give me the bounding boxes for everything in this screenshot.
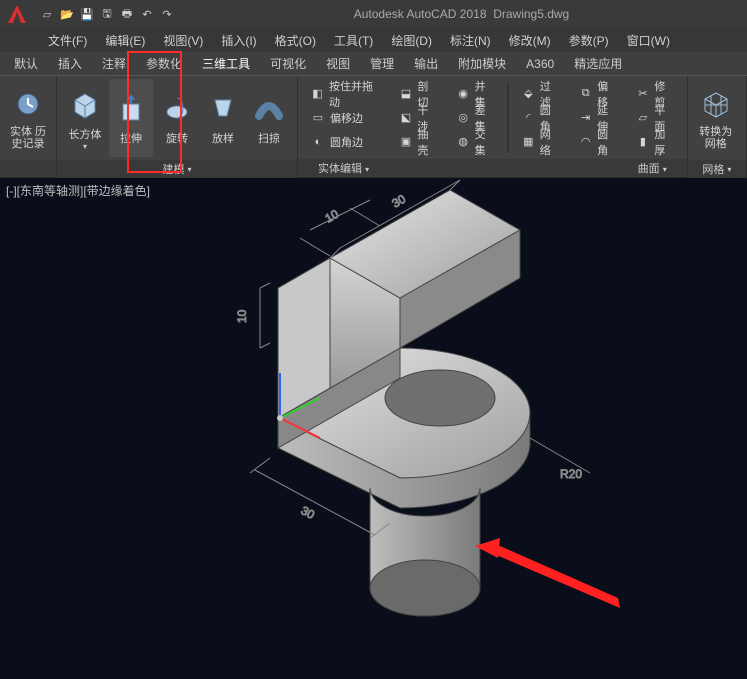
menu-dim[interactable]: 标注(N) (442, 30, 499, 51)
model-drawing: 30 10 10 30 R20 (0, 178, 747, 679)
box-icon (67, 86, 103, 122)
menu-param[interactable]: 参数(P) (561, 30, 617, 51)
chevron-down-icon: ▾ (83, 142, 87, 151)
ribbon-panel-area: 实体 历史记录 长方体 ▾ 拉伸 (0, 76, 747, 178)
menu-tools[interactable]: 工具(T) (326, 30, 381, 51)
interfere-icon: ⬕ (398, 110, 413, 126)
saveas-icon[interactable]: 🖫 (98, 5, 116, 23)
menu-insert[interactable]: 插入(I) (213, 30, 264, 51)
tab-parametric[interactable]: 参数化 (136, 51, 192, 76)
tab-annotate[interactable]: 注释 (92, 51, 136, 76)
intersect-icon: ◍ (456, 134, 471, 150)
shell-icon: ▣ (398, 134, 413, 150)
solid-history-button[interactable]: 实体 历史记录 (6, 79, 50, 157)
fillet2-button[interactable]: ◠圆角 (574, 131, 621, 153)
tab-3d-tools[interactable]: 三维工具 (192, 51, 260, 76)
svg-text:R20: R20 (560, 467, 582, 481)
subtract-icon: ◎ (456, 110, 471, 126)
extrude-label: 拉伸 (120, 130, 142, 146)
convert-mesh-button[interactable]: 转换为 网格 (694, 79, 738, 157)
sweep-label: 扫掠 (258, 130, 280, 146)
redo-icon[interactable]: ↷ (158, 5, 176, 23)
undo-icon[interactable]: ↶ (138, 5, 156, 23)
presspull-icon: ◧ (310, 86, 325, 102)
sweep-button[interactable]: 扫掠 (247, 79, 291, 157)
thicken-button[interactable]: ▮加厚 (631, 131, 678, 153)
title-bar: ▱ 📂 💾 🖫 🖶 ↶ ↷ Autodesk AutoCAD 2018 Draw… (0, 0, 747, 28)
thicken-icon: ▮ (635, 134, 650, 150)
print-icon[interactable]: 🖶 (118, 5, 136, 23)
save-icon[interactable]: 💾 (78, 5, 96, 23)
panel-history-title (0, 160, 56, 177)
shell-button[interactable]: ▣抽壳 (394, 131, 441, 153)
menu-format[interactable]: 格式(O) (267, 30, 324, 51)
revolve-button[interactable]: 旋转 (155, 79, 199, 157)
convert-mesh-label: 转换为 网格 (694, 126, 738, 150)
app-logo-icon[interactable] (0, 0, 34, 28)
svg-text:30: 30 (299, 503, 318, 522)
tab-default[interactable]: 默认 (4, 51, 48, 76)
extrude-icon (113, 90, 149, 126)
tab-addons[interactable]: 附加模块 (448, 51, 516, 76)
menu-modify[interactable]: 修改(M) (501, 30, 559, 51)
menu-window[interactable]: 窗口(W) (619, 30, 678, 51)
slice-icon: ⬓ (398, 86, 413, 102)
offset-icon: ⧉ (578, 86, 593, 102)
box-label: 长方体 (69, 126, 102, 142)
trim-icon: ✂ (635, 86, 650, 102)
sweep-icon (251, 90, 287, 126)
tab-insert[interactable]: 插入 (48, 51, 92, 76)
offset-edge-icon: ▭ (310, 110, 326, 126)
solid-history-label: 实体 历史记录 (6, 126, 50, 150)
revolve-label: 旋转 (166, 130, 188, 146)
model-viewport[interactable]: [-][东南等轴测][带边缘着色] (0, 178, 747, 679)
panel-mesh-title[interactable]: 网格▾ (688, 160, 746, 178)
arrow-annotation (475, 538, 620, 608)
menu-edit[interactable]: 编辑(E) (97, 30, 153, 51)
planar-icon: ▱ (635, 110, 650, 126)
svg-text:30: 30 (390, 192, 409, 211)
open-icon[interactable]: 📂 (58, 5, 76, 23)
tab-output[interactable]: 输出 (404, 51, 448, 76)
filter-icon: ⬙ (521, 86, 536, 102)
extrude-button[interactable]: 拉伸 (109, 79, 153, 157)
fillet-icon: ◜ (521, 110, 536, 126)
intersect-button[interactable]: ◍交集 (452, 131, 499, 153)
ribbon-tab-strip: 默认 插入 注释 参数化 三维工具 可视化 视图 管理 输出 附加模块 A360… (0, 52, 747, 76)
loft-label: 放样 (212, 130, 234, 146)
document-title: Autodesk AutoCAD 2018 Drawing5.dwg (176, 7, 747, 21)
loft-button[interactable]: 放样 (201, 79, 245, 157)
fillet-edge-button[interactable]: ◐圆角边 (306, 131, 384, 153)
tab-visualize[interactable]: 可视化 (260, 51, 316, 76)
loft-icon (205, 90, 241, 126)
menu-bar: 文件(F) 编辑(E) 视图(V) 插入(I) 格式(O) 工具(T) 绘图(D… (0, 28, 747, 52)
panel-solidedit-title[interactable]: 实体编辑 ▾ 曲面 ▾ (298, 159, 687, 177)
panel-modeling-title[interactable]: 建模▾ (57, 160, 297, 178)
presspull-button[interactable]: ◧按住并拖动 (306, 83, 384, 105)
offset-edge-button[interactable]: ▭偏移边 (306, 107, 384, 129)
fillet2-icon: ◠ (578, 134, 593, 150)
fillet-edge-icon: ◐ (310, 134, 326, 150)
network-icon: ▦ (521, 134, 536, 150)
network-button[interactable]: ▦网络 (517, 131, 564, 153)
svg-text:10: 10 (235, 309, 249, 323)
menu-draw[interactable]: 绘图(D) (383, 30, 440, 51)
quick-access-toolbar: ▱ 📂 💾 🖫 🖶 ↶ ↷ (38, 5, 176, 23)
extend-icon: ⇥ (578, 110, 593, 126)
new-icon[interactable]: ▱ (38, 5, 56, 23)
tab-view[interactable]: 视图 (316, 51, 360, 76)
mesh-icon (698, 86, 734, 122)
tab-featured[interactable]: 精选应用 (564, 51, 632, 76)
tab-a360[interactable]: A360 (516, 53, 564, 75)
box-button[interactable]: 长方体 ▾ (63, 79, 107, 157)
union-icon: ◉ (456, 86, 471, 102)
menu-view[interactable]: 视图(V) (155, 30, 211, 51)
clock-icon (10, 86, 46, 122)
revolve-icon (159, 90, 195, 126)
menu-file[interactable]: 文件(F) (40, 30, 95, 51)
tab-manage[interactable]: 管理 (360, 51, 404, 76)
